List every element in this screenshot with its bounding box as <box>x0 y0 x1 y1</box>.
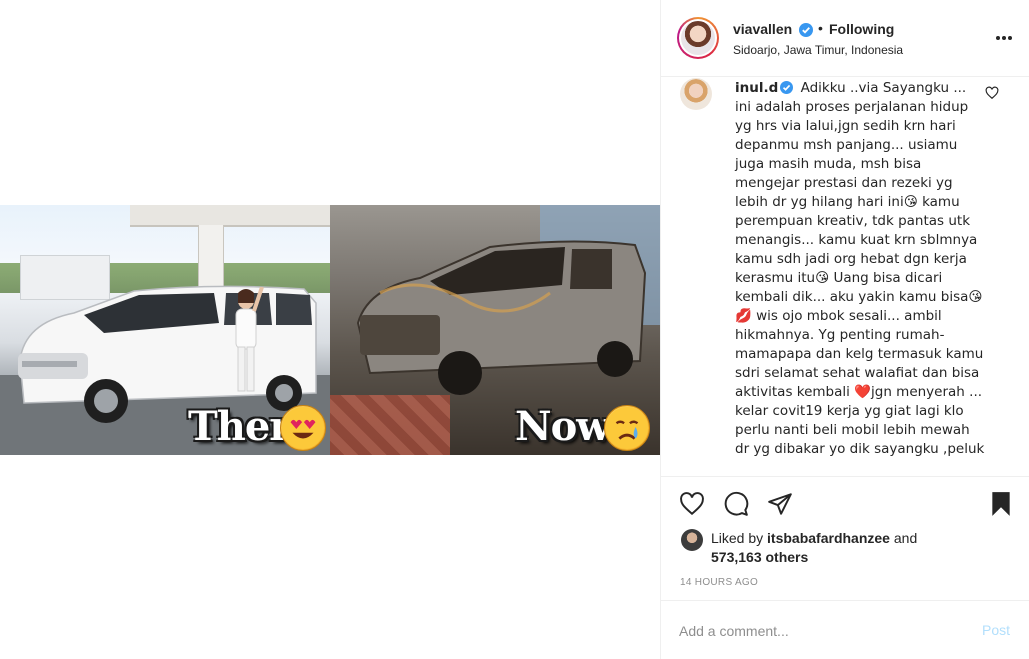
author-avatar-image <box>681 21 715 55</box>
comment-input[interactable] <box>679 621 959 641</box>
post-location[interactable]: Sidoarjo, Jawa Timur, Indonesia <box>733 43 903 57</box>
brick-pavement <box>330 395 450 455</box>
add-comment-bar: Post <box>661 600 1029 659</box>
likes-connector: and <box>893 530 918 546</box>
following-button[interactable]: Following <box>829 21 894 37</box>
more-options-icon[interactable] <box>994 30 1014 46</box>
comments-list[interactable]: inul.d Adikku ..via Sayangku ... ini ada… <box>661 78 1029 475</box>
post-comment-button[interactable]: Post <box>982 622 1010 638</box>
post-media-area: Then Now <box>0 0 660 659</box>
post-header: viavallen • Following Sidoarjo, Jawa Tim… <box>661 0 1029 77</box>
post-actions: Liked by itsbabafardhanzee and 573,163 o… <box>661 476 1029 600</box>
liker-avatar[interactable] <box>681 529 703 551</box>
likes-summary: Liked by itsbabafardhanzee and 573,163 o… <box>711 529 1011 567</box>
post-timestamp[interactable]: 14 HOURS AGO <box>680 577 758 588</box>
white-van <box>18 285 317 423</box>
author-avatar[interactable] <box>677 17 719 59</box>
comment-username[interactable]: inul.d <box>735 80 778 96</box>
crying-emoji-icon <box>604 405 650 451</box>
photo-panel-now: Now <box>330 205 660 455</box>
post-photo[interactable]: Then Now <box>0 205 660 455</box>
comment-text: Adikku ..via Sayangku ... ini adalah pro… <box>735 80 985 457</box>
caption-now: Now <box>515 403 611 450</box>
header-separator: • <box>818 20 823 36</box>
likes-user-link[interactable]: itsbabafardhanzee <box>767 530 890 546</box>
verified-badge-icon <box>780 81 794 94</box>
comment-item: inul.d Adikku ..via Sayangku ... ini ada… <box>735 79 985 459</box>
like-heart-icon[interactable] <box>679 491 705 517</box>
photo-panel-then: Then <box>0 205 330 455</box>
share-paper-plane-icon[interactable] <box>767 491 793 517</box>
comment-like-heart-icon[interactable] <box>985 86 999 100</box>
likes-prefix: Liked by <box>711 530 764 546</box>
saved-bookmark-icon[interactable] <box>988 491 1014 517</box>
likes-count-link[interactable]: 573,163 others <box>711 549 808 565</box>
commenter-avatar[interactable] <box>680 78 712 110</box>
gas-station-canopy <box>130 205 330 227</box>
verified-badge-icon <box>799 23 813 37</box>
comment-bubble-icon[interactable] <box>723 491 749 517</box>
heart-eyes-emoji-icon <box>280 405 326 451</box>
author-username[interactable]: viavallen <box>733 21 792 37</box>
burnt-van <box>356 240 647 395</box>
post-sidebar: viavallen • Following Sidoarjo, Jawa Tim… <box>660 0 1029 659</box>
person-figure <box>235 287 264 392</box>
